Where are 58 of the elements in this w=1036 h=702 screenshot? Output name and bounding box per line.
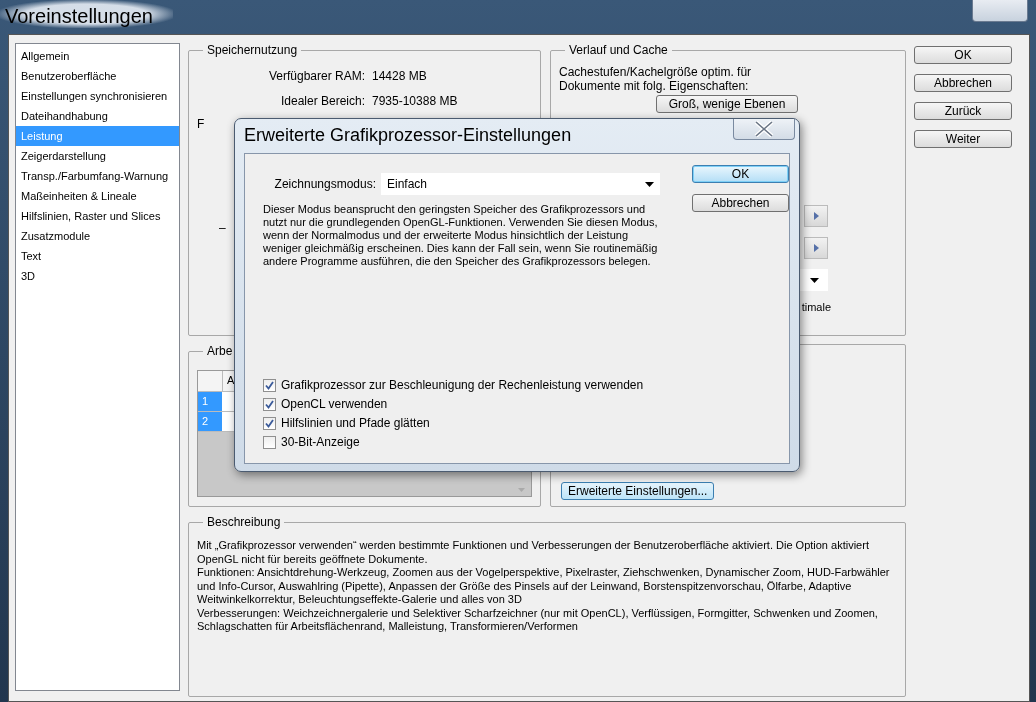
panel-title: Speichernutzung <box>206 43 299 57</box>
dialog-button[interactable]: OK <box>692 165 789 183</box>
description-text: Verbesserungen: Weichzeichnergalerie und Selektiver Scharfzeichner (nur mit OpenCL), Verflüssigen, Formgitter, Schwenken und Zoomen, Schlagschatten für Arbeitsflächenrand, Malleistung, Transformieren/Verformen <box>197 606 879 634</box>
field-label: F <box>197 117 205 131</box>
sidebar-item[interactable]: Zeigerdarstellung <box>16 146 179 166</box>
dialog-button[interactable]: Weiter <box>914 130 1012 148</box>
right-arrow-icon <box>813 212 819 220</box>
cache-description: Cachestufen/Kachelgröße optim. für Dokumente mit folg. Eigenschaften: <box>559 65 753 93</box>
caret-icon <box>645 181 654 187</box>
arrow-button[interactable] <box>804 237 828 259</box>
caret-icon <box>809 277 819 283</box>
mode-description: Dieser Modus beansprucht den geringsten Speicher des Grafikprozessors und nutzt nur die grundlegenden OpenGL-Funktionen. Verwenden Sie diesen Modus, wenn der Normalmodus und der erweiterte Modus hinsichtlich der Leistung weniger gleichmäßig erscheinen. Dies kann der Fall sein, wenn Sie routinemäßig andere Programme ausführen, die den Speicher des Grafikprozessors belegen. <box>263 203 659 268</box>
field-label: Zeichnungsmodus: <box>273 177 376 191</box>
close-button[interactable] <box>972 0 1028 22</box>
dialog-button[interactable]: Zurück <box>914 102 1012 120</box>
description-text: Funktionen: Ansichtdrehung-Werkzeug, Zoomen aus der Vogelperspektive, Pixelraster, Ziehschwenken, Dynamischer Zoom, HUD-Farbwähler und Info-Cursor, Auswahlring (Pipette), Anpassen der Größe des Pinsels auf der Leinwand, Borstenspitzenvorschau, Ölfarbe, Adaptive Weitwinkelkorrektur, Beleuchtungseffekte-Galerie und alles von 3D <box>197 566 891 607</box>
sidebar-item[interactable]: Maßeinheiten & Lineale <box>16 186 179 206</box>
close-icon <box>754 121 774 137</box>
sidebar-item[interactable]: Transp./Farbumfang-Warnung <box>16 166 179 186</box>
panel-title: Verlauf und Cache <box>568 43 669 57</box>
field-label: Verfügbarer RAM: <box>267 68 365 83</box>
arrow-button[interactable] <box>804 205 828 227</box>
description-text: Mit „Grafikprozessor verwenden“ werden bestimmte Funktionen und Verbesserungen der Benutzeroberfläche aktiviert. Die Option aktiviert OpenGL nicht für bereits geöffnete Dokumente. <box>197 539 870 566</box>
advanced-settings-button[interactable]: Erweiterte Einstellungen... <box>561 482 715 500</box>
close-button[interactable] <box>733 119 795 140</box>
dialog-title: Erweiterte Grafikprozessor-Einstellungen <box>243 124 572 146</box>
checkbox[interactable] <box>263 416 276 430</box>
dialog-button[interactable]: Abbrechen <box>914 74 1012 92</box>
checkbox-label: Hilfslinien und Pfade glätten <box>281 416 430 430</box>
panel-title: Arbe <box>206 344 234 358</box>
sidebar-item[interactable]: Text <box>16 246 179 266</box>
checkbox[interactable] <box>263 435 276 449</box>
window-title: Voreinstellungen <box>0 0 173 28</box>
checkbox-label: 30-Bit-Anzeige <box>281 435 360 449</box>
dialog-button[interactable]: Abbrechen <box>692 194 789 212</box>
checkbox-label: OpenCL verwenden <box>281 397 388 411</box>
field-value: 14428 MB <box>372 68 427 83</box>
sidebar-item[interactable]: Zusatzmodule <box>16 226 179 246</box>
checkbox[interactable] <box>263 378 276 392</box>
sidebar-item[interactable]: Dateihandhabung <box>16 106 179 126</box>
dialog-button[interactable]: OK <box>914 46 1012 64</box>
sidebar-item[interactable]: Hilfslinien, Raster und Slices <box>16 206 179 226</box>
field-value: 7935-10388 MB <box>372 93 458 108</box>
field-label: Idealer Bereich: <box>279 93 365 108</box>
right-arrow-icon <box>813 244 819 252</box>
sidebar-item[interactable]: Einstellungen synchronisieren <box>16 86 179 106</box>
checkbox[interactable] <box>263 397 276 411</box>
preset-button[interactable]: Groß, wenige Ebenen <box>656 95 798 113</box>
option-label: timale <box>801 301 831 313</box>
sidebar-item[interactable]: 3D <box>16 266 179 286</box>
column-header: A <box>226 373 236 388</box>
dropdown-field[interactable] <box>800 269 828 291</box>
sidebar-item[interactable]: Benutzeroberfläche <box>16 66 179 86</box>
sidebar-item[interactable]: Allgemein <box>16 46 179 66</box>
slider-min-label: – <box>219 221 226 235</box>
mode-dropdown[interactable]: Einfach <box>381 173 660 195</box>
checkbox-label: Grafikprozessor zur Beschleunigung der Rechenleistung verwenden <box>281 378 644 392</box>
panel-title: Beschreibung <box>206 515 282 529</box>
